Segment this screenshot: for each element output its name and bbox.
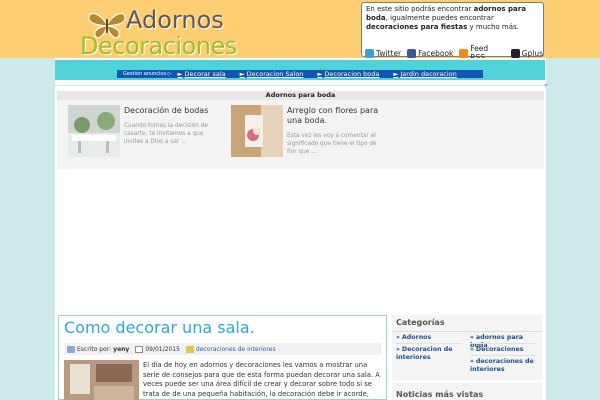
social-twitter-label: Twitter — [376, 48, 402, 58]
category-divider — [396, 343, 462, 344]
post-title[interactable]: Como decorar una sala. — [64, 318, 255, 337]
related-card-title[interactable]: Arreglo con flores para una boda. — [287, 106, 379, 126]
related-title: Adornos para boda — [57, 91, 544, 100]
nav-ad-management[interactable]: Gestión anuncios ▷ — [117, 71, 178, 77]
category-label: Decoraciones — [475, 346, 524, 353]
date-text: 09/01/2015 — [145, 345, 180, 353]
post-date: 09/01/2015 — [135, 345, 180, 353]
related-card-desc: Cuando tomes la decisión de casarte, te … — [124, 123, 208, 145]
post-author: Escrito por: yeny — [67, 345, 129, 353]
blog-post: Como decorar una sala. Escrito por: yeny… — [58, 315, 387, 400]
nav-arrow-icon: ► — [393, 70, 399, 78]
double-chevron-icon: » — [470, 346, 474, 353]
categories-widget: Categorías » Adornos » adornos para boda »… — [392, 315, 542, 380]
facebook-icon — [407, 48, 417, 58]
double-chevron-icon: » — [470, 334, 474, 341]
page-gutter — [546, 82, 600, 400]
nav-arrow-icon: ► — [239, 70, 245, 78]
post-category: decoraciones de interiores — [185, 345, 276, 353]
living-room-thumbnail[interactable] — [64, 360, 139, 400]
info-text-3: y mucho más. — [467, 23, 519, 31]
nav-item-label: Decorar sala — [184, 70, 226, 78]
info-text-2: , igualmente puedes encontrar — [385, 14, 494, 22]
post-meta: Escrito por: yeny 09/01/2015 decoracione… — [64, 343, 381, 355]
categories-title: Categorías — [396, 318, 445, 327]
category-label: Decoracion de interiores — [396, 346, 453, 361]
author-name[interactable]: yeny — [113, 346, 129, 353]
category-link-adornos[interactable]: » Adornos — [396, 334, 431, 342]
nav-ad-management-label: Gestión anuncios — [123, 71, 167, 77]
nav-item-label: Decoracion boda — [324, 70, 380, 78]
nav-item-label: Jardin decoracion — [400, 70, 457, 78]
related-card-title[interactable]: Decoración de bodas — [124, 106, 216, 116]
most-viewed-widget: Noticias más vistas — [392, 383, 542, 400]
author-icon — [67, 345, 75, 353]
category-label: Adornos — [401, 334, 432, 341]
related-card[interactable]: Arreglo con flores para una boda. Esta v… — [231, 105, 381, 165]
category-link-decoraciones[interactable]: » Decoraciones — [470, 346, 524, 354]
double-chevron-icon: » — [470, 358, 474, 365]
double-chevron-icon: » — [396, 334, 400, 341]
author-label: Escrito por: — [77, 345, 112, 353]
site-info-box: En este sitio podrás encontrar adornos p… — [361, 2, 544, 62]
category-link-decoracion-de-interiores[interactable]: » Decoracion de interiores — [396, 346, 462, 361]
category-link[interactable]: decoraciones de interiores — [196, 346, 276, 353]
logo-text-decoraciones: Decoraciones — [80, 32, 237, 60]
nav-item-decoracion-boda[interactable]: ► Decoracion boda — [317, 70, 379, 78]
corner-marker: » — [544, 82, 548, 89]
category-link-decoraciones-de-interiores[interactable]: » decoraciones de interiores — [470, 358, 536, 373]
info-text-1: En este sitio podrás encontrar — [366, 5, 474, 13]
category-label: decoraciones de interiores — [470, 358, 534, 373]
calendar-icon — [135, 345, 144, 353]
most-viewed-title: Noticias más vistas — [396, 390, 484, 399]
nav-arrow-icon: ► — [177, 70, 183, 78]
nav-item-decorar-sala[interactable]: ► Decorar sala — [178, 70, 226, 78]
twitter-icon — [365, 48, 374, 58]
site-logo[interactable]: Adornos Decoraciones — [74, 4, 256, 62]
category-divider — [470, 355, 536, 356]
categories-divider — [392, 331, 542, 332]
folder-icon — [185, 345, 194, 353]
rss-icon — [459, 48, 469, 58]
gplus-icon — [510, 48, 520, 58]
nav-item-jardin-decoracion[interactable]: ► Jardin decoracion — [393, 70, 456, 78]
social-facebook-label: Facebook — [418, 48, 454, 58]
wedding-table-thumbnail[interactable] — [68, 105, 120, 157]
social-gplus-label: Gplus — [521, 48, 543, 58]
nav-arrow-icon: ► — [317, 70, 323, 78]
divider — [55, 85, 545, 86]
related-card-desc: Esta vez les voy a comentar el significa… — [287, 133, 377, 155]
info-bold-2: decoraciones para fiestas — [366, 23, 468, 31]
ad-link-nav: Gestión anuncios ▷ ► Decorar sala ► Decora… — [117, 70, 483, 78]
logo-text-adornos: Adornos — [126, 6, 224, 34]
related-posts-widget: Adornos para boda Decoración de bodas Cu… — [57, 91, 544, 169]
category-divider — [470, 343, 536, 344]
bride-flowers-thumbnail[interactable] — [231, 105, 283, 157]
nav-item-label: Decoracion Salon — [246, 70, 304, 78]
nav-item-decoracion-salon[interactable]: ► Decoracion Salon — [240, 70, 304, 78]
double-chevron-icon: » — [396, 346, 400, 353]
related-card[interactable]: Decoración de bodas Cuando tomes la deci… — [68, 105, 218, 165]
post-excerpt: El día de hoy en adornos y decoraciones … — [143, 361, 380, 400]
